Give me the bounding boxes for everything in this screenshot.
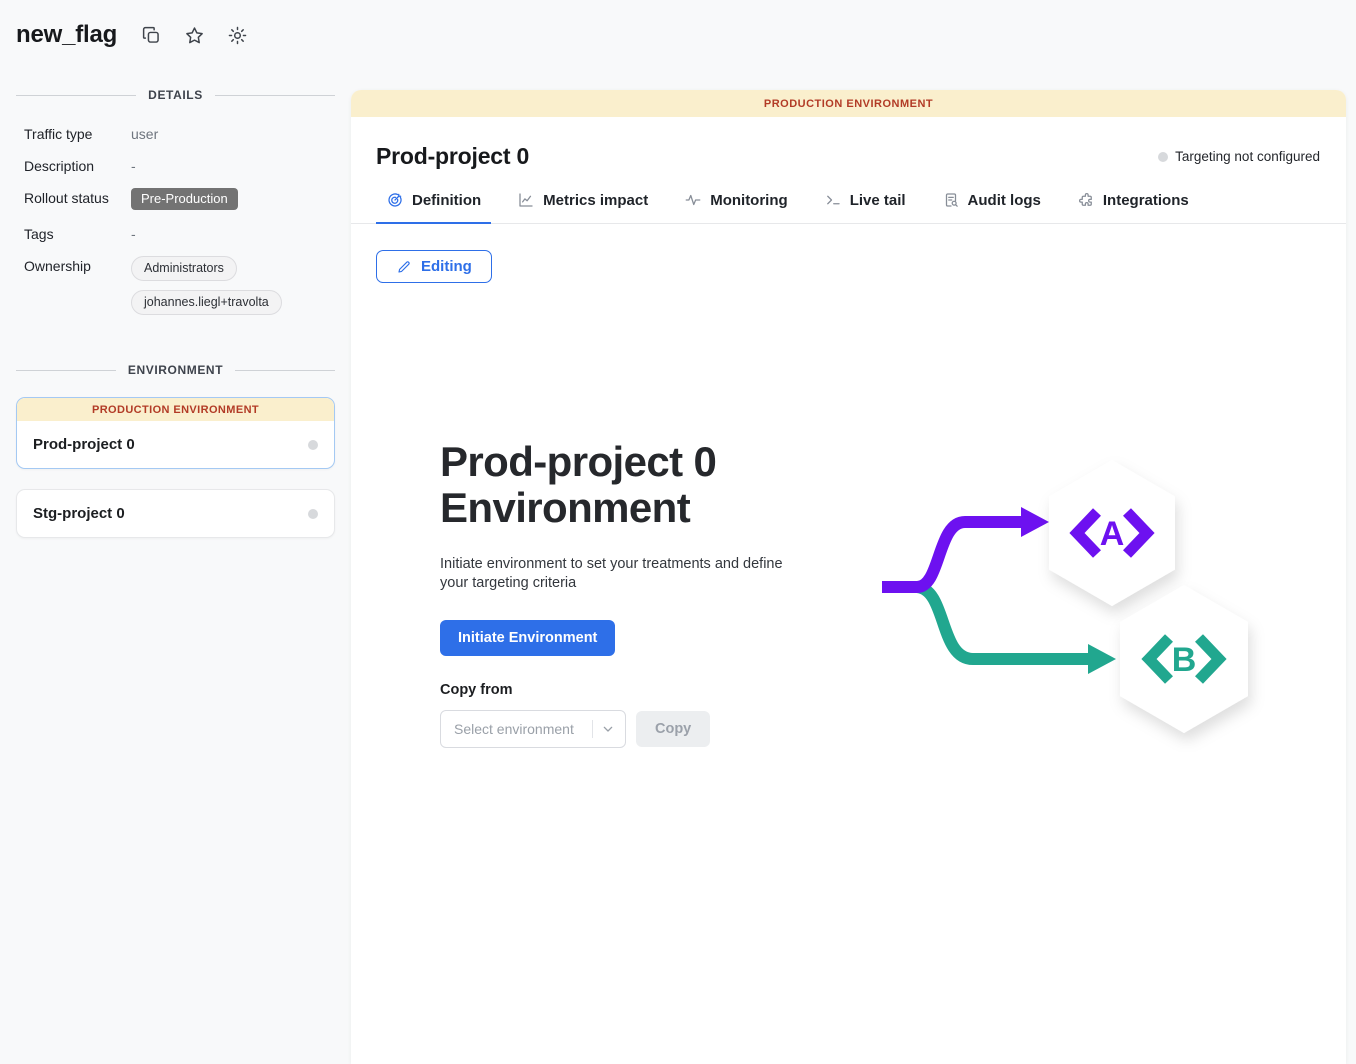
- flag-actions: [139, 23, 249, 47]
- environment-hero: Prod-project 0 Environment Initiate envi…: [351, 439, 1346, 757]
- flag-name-title: new_flag: [16, 21, 117, 49]
- detail-value: user: [131, 124, 158, 144]
- detail-value: -: [131, 156, 136, 176]
- tab-label: Audit logs: [968, 192, 1041, 209]
- details-heading-label: DETAILS: [148, 88, 203, 102]
- env-card-stg-project-0[interactable]: Stg-project 0: [16, 489, 335, 538]
- ab-split-illustration: A B: [871, 442, 1271, 757]
- detail-label: Rollout status: [24, 188, 131, 208]
- gear-icon[interactable]: [225, 23, 249, 47]
- tab-label: Metrics impact: [543, 192, 648, 209]
- env-card-prod-project-0[interactable]: PRODUCTION ENVIRONMENT Prod-project 0: [16, 397, 335, 469]
- variant-b-path: [917, 587, 1088, 659]
- environment-tabs: Definition Metrics impact Monitoring Liv…: [351, 191, 1346, 224]
- select-divider: [592, 720, 593, 738]
- main-panel: PRODUCTION ENVIRONMENT Prod-project 0 Ta…: [351, 90, 1346, 1064]
- tab-label: Definition: [412, 192, 481, 209]
- tab-label: Live tail: [850, 192, 906, 209]
- variant-b-arrowhead: [1088, 644, 1116, 674]
- env-card-body: Stg-project 0: [17, 490, 334, 537]
- production-environment-banner: PRODUCTION ENVIRONMENT: [17, 398, 334, 421]
- rollout-status-badge: Pre-Production: [131, 188, 238, 210]
- detail-value: -: [131, 224, 136, 244]
- tab-monitoring[interactable]: Monitoring: [674, 191, 797, 224]
- ab-split-svg: A B: [871, 442, 1271, 752]
- editing-button[interactable]: Editing: [376, 250, 492, 283]
- detail-label: Tags: [24, 224, 131, 244]
- detail-row-rollout-status: Rollout status Pre-Production: [24, 188, 335, 210]
- status-dot: [1158, 152, 1168, 162]
- copy-from-controls: Select environment Copy: [440, 710, 840, 748]
- copy-button[interactable]: Copy: [636, 711, 710, 747]
- environment-title: Prod-project 0: [376, 143, 529, 170]
- environment-header: Prod-project 0 Targeting not configured: [351, 117, 1346, 170]
- owner-pill: Administrators: [131, 256, 237, 281]
- detail-label: Ownership: [24, 256, 131, 276]
- details-rows: Traffic type user Description - Rollout …: [16, 124, 335, 315]
- env-card-name: Stg-project 0: [33, 505, 125, 522]
- live-tail-terminal-icon: [824, 191, 842, 209]
- metrics-chart-icon: [517, 191, 535, 209]
- copy-icon[interactable]: [139, 23, 163, 47]
- detail-row-traffic-type: Traffic type user: [24, 124, 335, 144]
- tab-metrics-impact[interactable]: Metrics impact: [507, 191, 658, 224]
- tab-label: Monitoring: [710, 192, 787, 209]
- detail-label: Traffic type: [24, 124, 131, 144]
- environment-heading-label: ENVIRONMENT: [128, 363, 223, 377]
- tab-integrations[interactable]: Integrations: [1067, 191, 1199, 224]
- tab-audit-logs[interactable]: Audit logs: [932, 191, 1051, 224]
- hero-content: Prod-project 0 Environment Initiate envi…: [440, 439, 840, 757]
- env-status-dot: [308, 509, 318, 519]
- tab-label: Integrations: [1103, 192, 1189, 209]
- detail-row-ownership: Ownership Administrators johannes.liegl+…: [24, 256, 335, 315]
- audit-logs-document-icon: [942, 191, 960, 209]
- select-placeholder: Select environment: [454, 721, 588, 737]
- sidebar: DETAILS Traffic type user Description - …: [0, 70, 351, 538]
- detail-row-tags: Tags -: [24, 224, 335, 244]
- tab-live-tail[interactable]: Live tail: [814, 191, 916, 224]
- app-header: new_flag: [0, 0, 1356, 70]
- variant-a-path: [882, 522, 1021, 587]
- integrations-puzzle-icon: [1077, 191, 1095, 209]
- targeting-status: Targeting not configured: [1158, 149, 1320, 164]
- environment-section-heading: ENVIRONMENT: [16, 363, 335, 377]
- editing-row: Editing: [351, 224, 1346, 283]
- env-status-dot: [308, 440, 318, 450]
- star-icon[interactable]: [182, 23, 206, 47]
- initiate-environment-button[interactable]: Initiate Environment: [440, 620, 615, 656]
- production-environment-banner: PRODUCTION ENVIRONMENT: [351, 90, 1346, 117]
- hero-heading: Prod-project 0 Environment: [440, 439, 780, 531]
- variant-a-arrowhead: [1021, 507, 1049, 537]
- variant-a-letter: A: [1100, 515, 1125, 553]
- env-card-body: Prod-project 0: [17, 421, 334, 468]
- definition-target-icon: [386, 191, 404, 209]
- hero-description: Initiate environment to set your treatme…: [440, 555, 810, 593]
- chevron-down-icon: [600, 721, 616, 737]
- details-section-heading: DETAILS: [16, 88, 335, 102]
- ownership-pills: Administrators johannes.liegl+travolta: [131, 256, 282, 315]
- tab-definition[interactable]: Definition: [376, 191, 491, 224]
- editing-button-label: Editing: [421, 258, 472, 275]
- detail-row-description: Description -: [24, 156, 335, 176]
- env-card-name: Prod-project 0: [33, 436, 135, 453]
- owner-pill: johannes.liegl+travolta: [131, 290, 282, 315]
- pencil-icon: [396, 259, 412, 275]
- environment-select[interactable]: Select environment: [440, 710, 626, 748]
- targeting-status-label: Targeting not configured: [1175, 149, 1320, 164]
- copy-from-label: Copy from: [440, 682, 840, 698]
- detail-label: Description: [24, 156, 131, 176]
- monitoring-pulse-icon: [684, 191, 702, 209]
- variant-b-letter: B: [1172, 641, 1197, 679]
